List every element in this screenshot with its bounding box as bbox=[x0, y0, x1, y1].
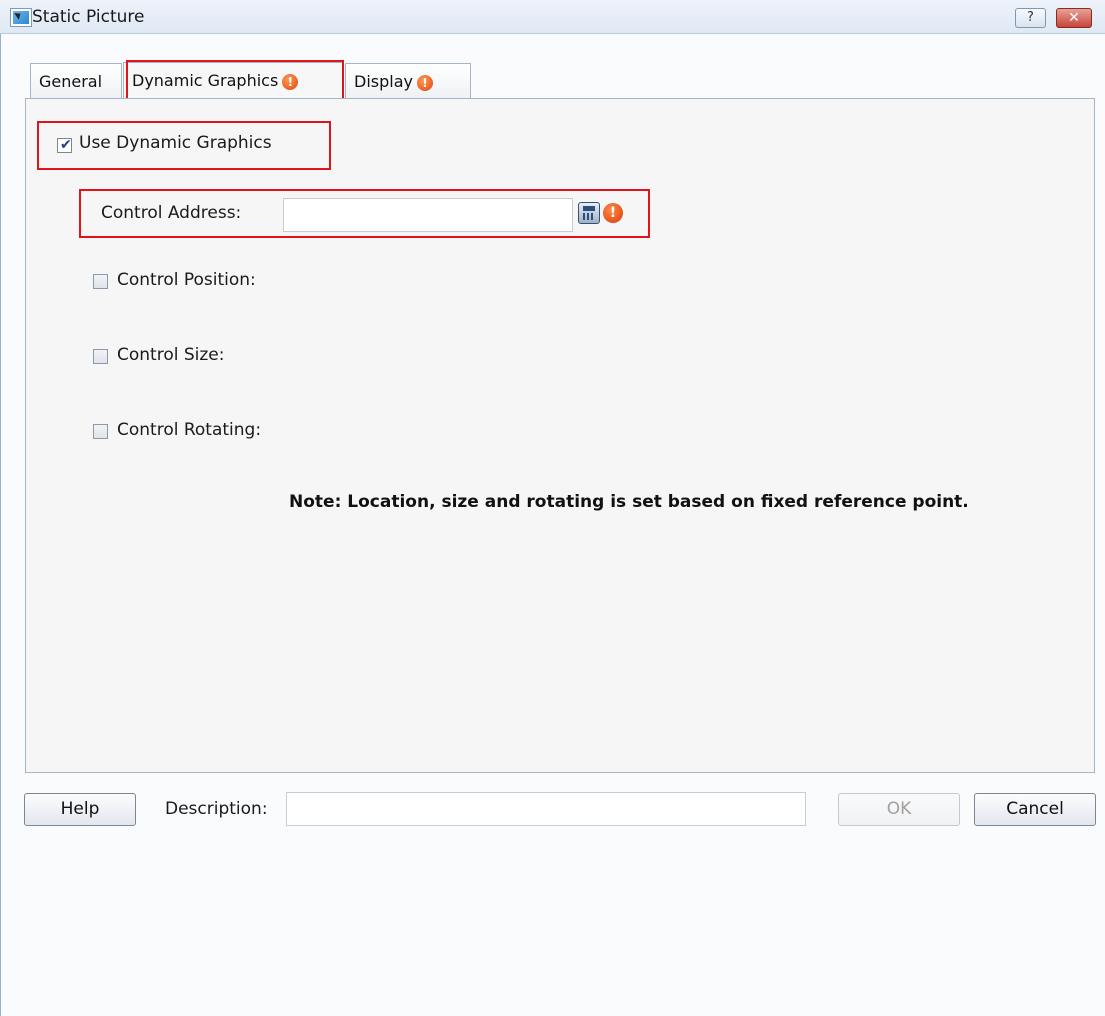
window-title: Static Picture bbox=[32, 7, 145, 27]
close-icon: ✕ bbox=[1068, 10, 1080, 26]
warning-icon: ! bbox=[603, 203, 623, 223]
control-address-label: Control Address: bbox=[101, 203, 242, 223]
control-rotating-checkbox[interactable] bbox=[93, 424, 108, 439]
tab-general[interactable]: General bbox=[30, 63, 122, 99]
control-position-label: Control Position: bbox=[117, 270, 256, 290]
ok-button[interactable]: OK bbox=[838, 793, 960, 826]
reference-point-note: Note: Location, size and rotating is set… bbox=[289, 492, 969, 512]
address-picker-button[interactable] bbox=[578, 202, 600, 224]
checkmark-icon: ✔ bbox=[60, 137, 72, 153]
question-mark-icon: ? bbox=[1027, 10, 1034, 25]
control-rotating-label: Control Rotating: bbox=[117, 420, 262, 440]
control-address-input[interactable] bbox=[283, 198, 573, 232]
control-position-checkbox[interactable] bbox=[93, 274, 108, 289]
use-dynamic-graphics-checkbox[interactable]: ✔ bbox=[57, 137, 72, 153]
control-size-checkbox[interactable] bbox=[93, 349, 108, 364]
tab-display[interactable]: Display! bbox=[345, 63, 471, 99]
use-dynamic-graphics-label: Use Dynamic Graphics bbox=[79, 133, 272, 153]
close-button[interactable]: ✕ bbox=[1056, 8, 1092, 28]
help-icon-button[interactable]: ? bbox=[1015, 8, 1046, 28]
tab-label: Display bbox=[354, 72, 413, 91]
description-input[interactable] bbox=[286, 792, 806, 826]
picture-app-icon bbox=[10, 8, 32, 27]
description-label: Description: bbox=[165, 799, 268, 819]
warning-icon: ! bbox=[416, 74, 433, 91]
help-button[interactable]: Help bbox=[24, 793, 136, 826]
control-size-label: Control Size: bbox=[117, 345, 225, 365]
tab-label: General bbox=[39, 72, 103, 91]
title-bar: Static Picture ? ✕ bbox=[0, 0, 1105, 34]
calculator-icon bbox=[583, 206, 595, 211]
cancel-button[interactable]: Cancel bbox=[974, 793, 1096, 826]
